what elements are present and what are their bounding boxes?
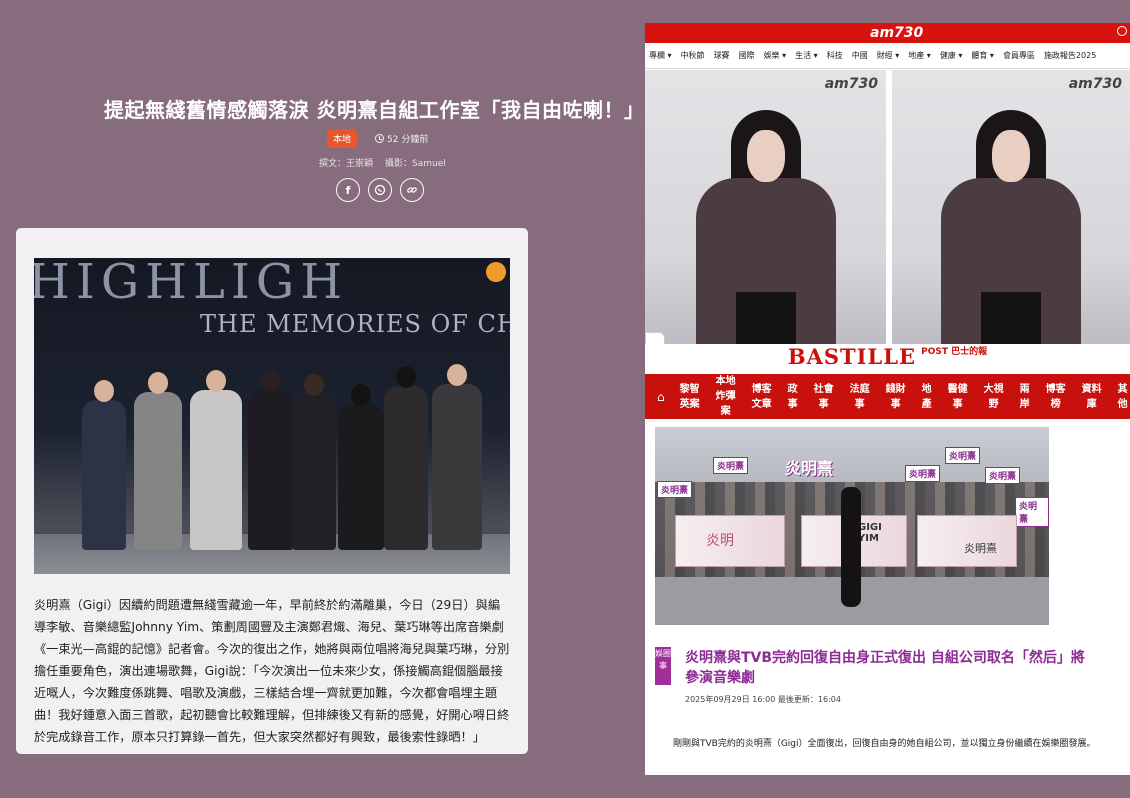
section-tag[interactable]: 娛圈事: [655, 647, 671, 685]
publish-time: 52 分鐘前: [375, 132, 428, 145]
article-datetime: 2025年09月29日 16:00 最後更新：16:04: [685, 695, 841, 704]
fan-banner: 炎明熹: [917, 515, 1017, 567]
am730-nav: 專欄 ▾ 中秋節 球賽 國際 娛樂 ▾ 生活 ▾ 科技 中國 財經 ▾ 地產 ▾…: [645, 43, 1130, 69]
bnav-item[interactable]: 博客文章: [751, 382, 773, 412]
home-icon[interactable]: ⌂: [657, 390, 665, 404]
fan-group-photo: 炎明熹 炎明熹 炎明熹 炎明熹 炎明熹 炎明熹 炎明熹 炎明 GIGI YIM …: [655, 427, 1049, 625]
photo-watermark: am730: [824, 76, 878, 92]
search-icon[interactable]: [1117, 26, 1127, 36]
nav-item[interactable]: 國際: [739, 50, 755, 61]
nav-item[interactable]: 財經 ▾: [877, 50, 900, 61]
nav-item[interactable]: 中秋節: [681, 50, 705, 61]
bnav-item[interactable]: 其他: [1117, 382, 1129, 412]
fan-sign: 炎明熹: [945, 447, 981, 464]
nav-item[interactable]: 娛樂 ▾: [764, 50, 787, 61]
press-conference-photo: HIGHLIGH THE MEMORIES OF CHAR: [34, 258, 510, 574]
share-bar: f: [336, 178, 424, 202]
bnav-item[interactable]: 地產: [921, 382, 933, 412]
fan-sign: 炎明熹: [905, 465, 941, 482]
nav-item[interactable]: 施政報告2025: [1044, 50, 1096, 61]
nav-item[interactable]: 健康 ▾: [940, 50, 963, 61]
nav-item[interactable]: 科技: [827, 50, 843, 61]
article-meta: 本地 52 分鐘前: [327, 129, 428, 148]
article-card: HIGHLIGH THE MEMORIES OF CHAR 炎明熹（Gigi）因…: [16, 228, 528, 754]
fan-title-sign: 炎明熹: [785, 459, 834, 478]
bastille-nav: ⌂ 黎智英案 本地炸彈案 博客文章 政事 社會事 法庭事 錢財事 地產 醫健事 …: [645, 374, 1130, 419]
bastille-post-header: BASTILLE POST 巴士的報: [645, 344, 1130, 374]
bnav-item[interactable]: 兩岸: [1019, 382, 1031, 412]
bnav-item[interactable]: 社會事: [813, 382, 835, 412]
bnav-item[interactable]: 博客榜: [1045, 382, 1067, 412]
article-body: 炎明熹（Gigi）因續約問題遭無綫雪藏逾一年，早前終於約滿離巢，今日（29日）與…: [34, 598, 510, 744]
fan-banner: 炎明: [675, 515, 785, 567]
bastille-logo-sub: POST 巴士的報: [921, 347, 988, 357]
article-lede: 剛剛與TVB完約的炎明熹（Gigi）全面復出，回復自由身的她自組公司，並以獨立身…: [673, 739, 1096, 749]
backdrop-subtext: THE MEMORIES OF CHAR: [200, 310, 510, 338]
am730-header: am730: [645, 23, 1130, 43]
fan-sign: 炎明熹: [657, 481, 693, 498]
byline: 撰文：王崇穎 攝影：Samuel: [319, 156, 446, 169]
article-headline[interactable]: 炎明熹與TVB完約回復自由身正式復出 自組公司取名「然后」將參演音樂劇: [685, 648, 1095, 688]
bnav-item[interactable]: 醫健事: [947, 382, 969, 412]
nav-item[interactable]: 生活 ▾: [795, 50, 818, 61]
byline-photographer: 攝影：Samuel: [385, 159, 446, 169]
bnav-item[interactable]: 本地炸彈案: [715, 374, 737, 419]
backdrop-text: HIGHLIGH: [34, 258, 349, 310]
gigi-photo-right: am730: [892, 70, 1130, 344]
bastille-logo[interactable]: BASTILLE: [788, 344, 916, 369]
bnav-item[interactable]: 錢財事: [885, 382, 907, 412]
bnav-item[interactable]: 資料庫: [1081, 382, 1103, 412]
gigi-photo-pair: am730 am730: [645, 70, 1130, 376]
nav-item[interactable]: 體育 ▾: [971, 50, 994, 61]
am730-logo[interactable]: am730: [870, 25, 923, 41]
fan-sign: 炎明熹: [985, 467, 1021, 484]
bnav-item[interactable]: 大視野: [983, 382, 1005, 412]
nav-item[interactable]: 地產 ▾: [908, 50, 931, 61]
nav-item[interactable]: 會員專區: [1003, 50, 1035, 61]
category-badge[interactable]: 本地: [327, 129, 358, 148]
clock-icon: [375, 134, 385, 143]
news-screenshot: am730 專欄 ▾ 中秋節 球賽 國際 娛樂 ▾ 生活 ▾ 科技 中國 財經 …: [645, 23, 1130, 775]
fan-sign: 炎明熹: [713, 457, 749, 474]
bnav-item[interactable]: 法庭事: [849, 382, 871, 412]
bnav-item[interactable]: 黎智英案: [679, 382, 701, 412]
photo-watermark: am730: [1068, 76, 1122, 92]
article-title: 提起無綫舊情感觸落淚 炎明熹自組工作室「我自由咗喇！」: [104, 98, 645, 122]
facebook-share-icon[interactable]: f: [336, 178, 360, 202]
nav-item[interactable]: 球賽: [714, 50, 730, 61]
fan-sign: 炎明熹: [1015, 497, 1049, 527]
gigi-figure: [841, 487, 861, 607]
time-ago: 52 分鐘前: [387, 135, 429, 145]
nav-item[interactable]: 專欄 ▾: [649, 50, 672, 61]
link-share-icon[interactable]: [400, 178, 424, 202]
gigi-photo-left: am730: [645, 70, 886, 344]
watermark-logo-icon: [486, 262, 506, 282]
whatsapp-share-icon[interactable]: [368, 178, 392, 202]
byline-author: 撰文：王崇穎: [319, 159, 374, 169]
nav-item[interactable]: 中國: [852, 50, 868, 61]
bnav-item[interactable]: 政事: [787, 382, 799, 412]
